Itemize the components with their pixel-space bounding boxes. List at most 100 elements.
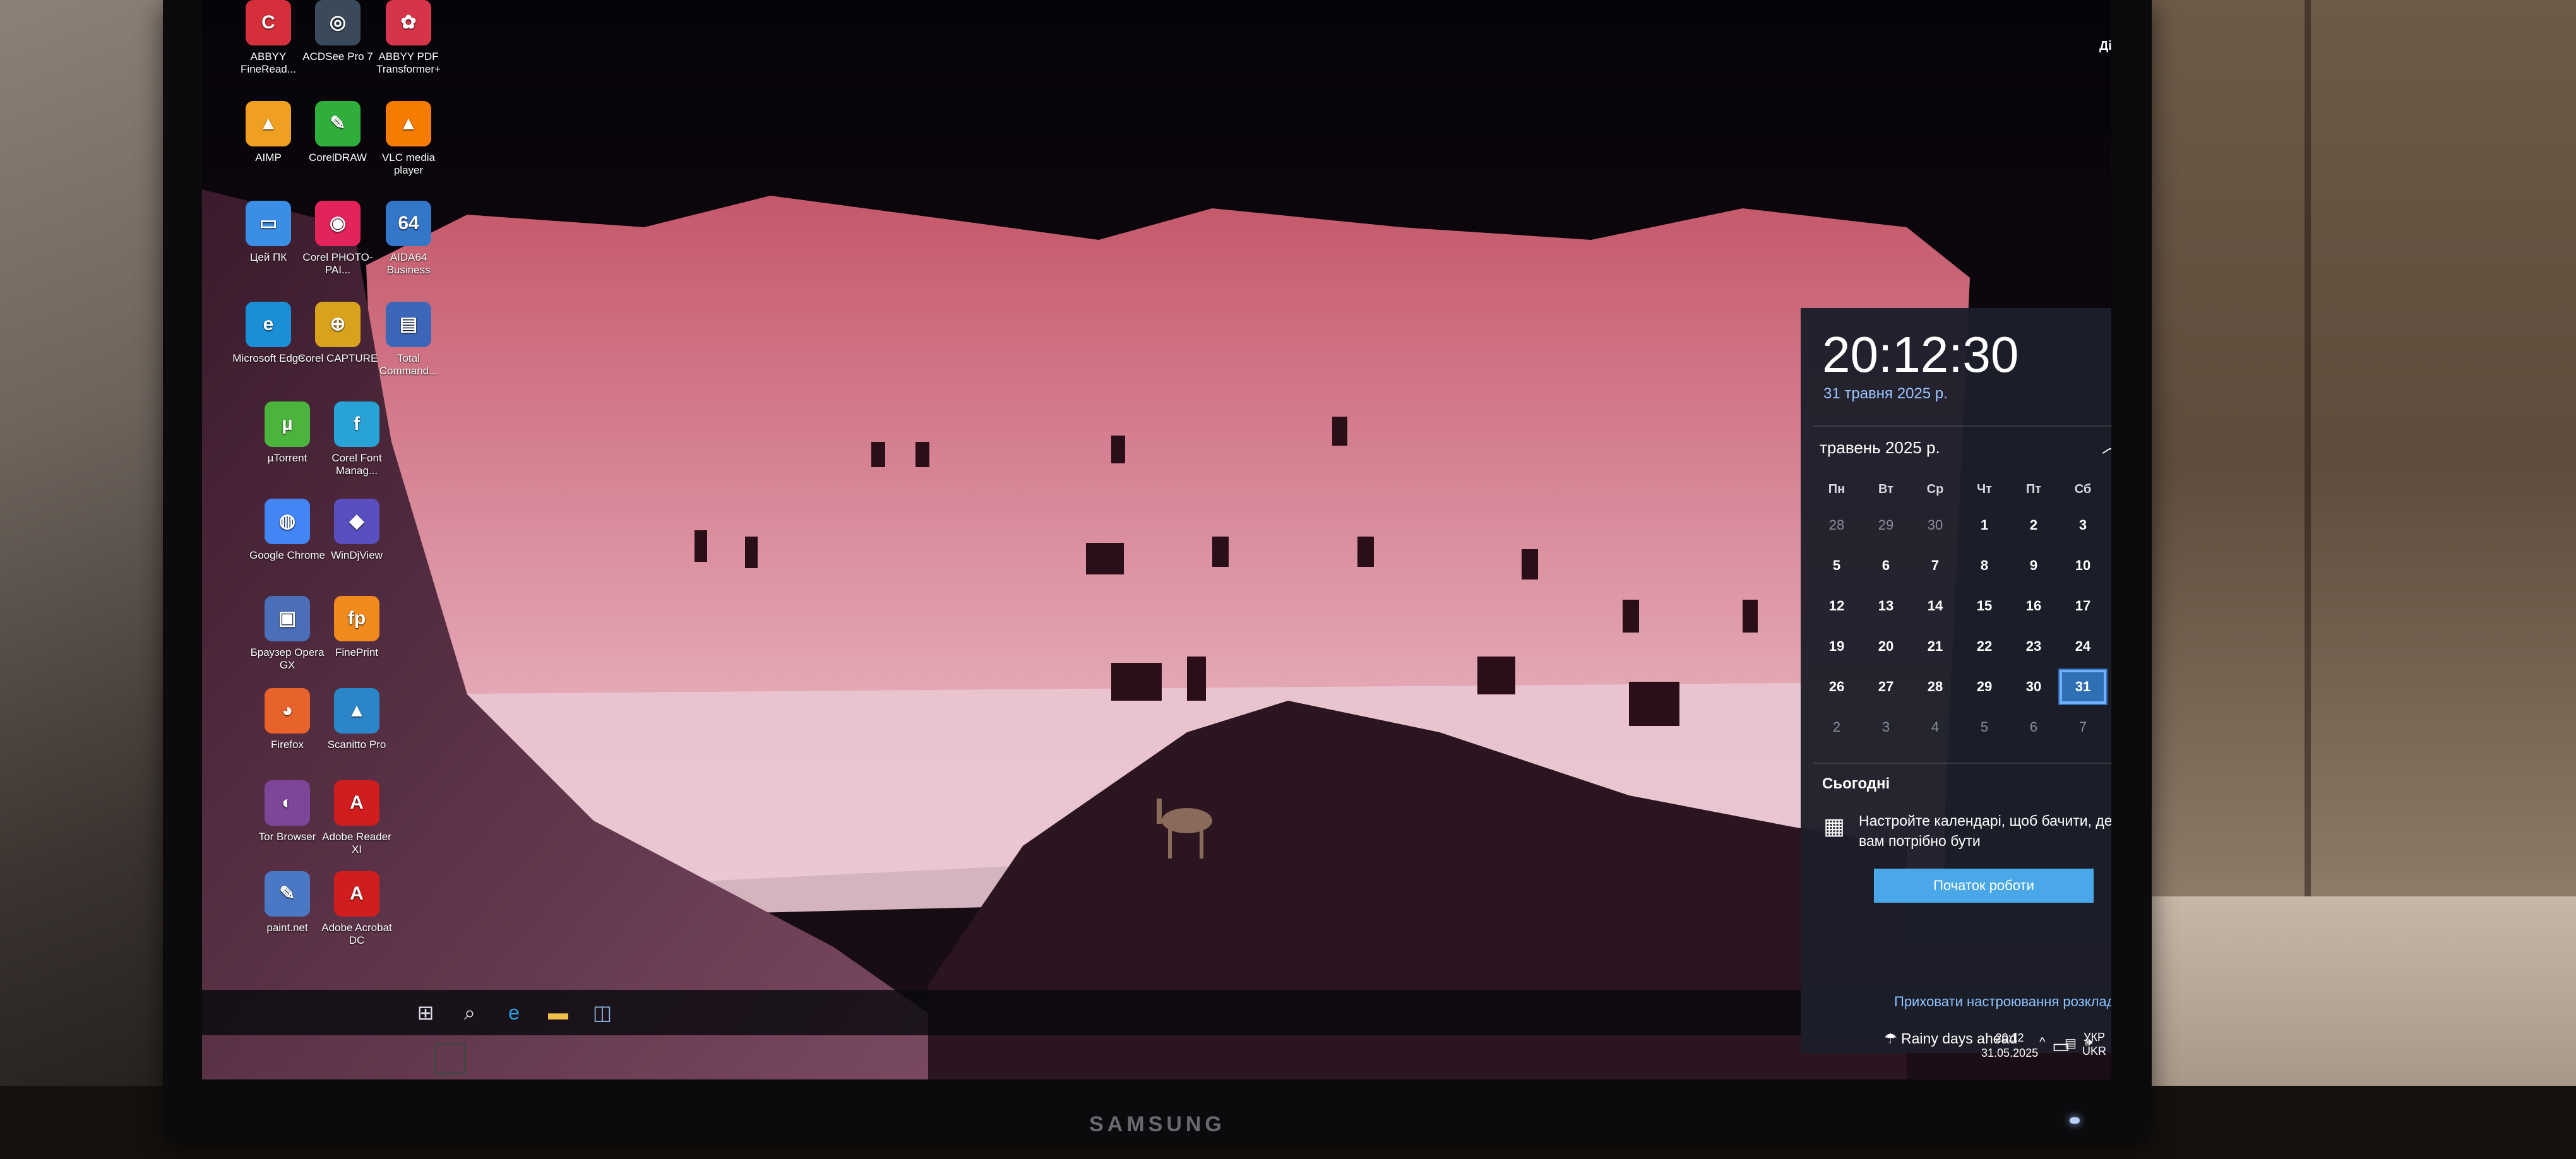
monitor-button[interactable] — [434, 1043, 466, 1074]
shortcut-label: VLC media player — [381, 152, 436, 176]
calendar-day[interactable]: 20 — [1861, 638, 1911, 655]
abbyy-finereader-icon: C — [246, 0, 291, 45]
desktop-shortcut[interactable]: 64 AIDA64 Business — [367, 201, 450, 276]
search-icon[interactable]: ⌕ — [455, 997, 485, 1028]
chevron-up-icon[interactable]: ︿ — [2095, 433, 2111, 461]
box-seam — [2305, 0, 2311, 947]
weekday-label: Пн — [1828, 482, 1846, 496]
calendar-day[interactable]: 14 — [1911, 598, 1960, 614]
calendar-day[interactable]: 28 — [1812, 517, 1861, 533]
desktop-shortcut[interactable]: ✎ CorelDRAW — [297, 101, 379, 164]
scanitto-icon: ▲ — [334, 688, 379, 734]
desktop-shortcut[interactable]: ◆ WinDjView — [316, 499, 398, 562]
desktop-shortcut[interactable]: A Adobe Reader XI — [316, 780, 398, 856]
rain-icon: ☂ — [1884, 1030, 1902, 1047]
desktop-shortcut[interactable]: ◉ Corel PHOTO-PAI... — [297, 201, 379, 276]
calendar-day[interactable]: 30 — [1911, 517, 1960, 533]
shortcut-label: ACDSee Pro 7 — [302, 51, 373, 62]
calendar-day[interactable]: 12 — [1812, 598, 1861, 614]
calendar-day[interactable]: 18 — [2108, 598, 2111, 614]
shortcut-label: Corel Font Manag... — [331, 452, 382, 477]
adobe-reader-icon: A — [334, 780, 379, 826]
calendar-day[interactable]: 9 — [2009, 557, 2058, 574]
calendar-day[interactable]: 8 — [1960, 557, 2009, 574]
learn-about-picture[interactable]: ◎ Дізнатися про це зо... — [2096, 0, 2111, 67]
calendar-day[interactable]: 28 — [1911, 679, 1960, 695]
adobe-acrobat-icon: A — [334, 871, 379, 917]
language-indicator[interactable]: УКР UKR — [2082, 1030, 2106, 1058]
paintnet-icon: ✎ — [265, 871, 310, 917]
calendar-day[interactable]: 7 — [2058, 719, 2108, 735]
calendar-day[interactable]: 27 — [1861, 679, 1911, 695]
shortcut-label: Corel CAPTURE — [297, 352, 378, 364]
tray-chevron-icon[interactable]: ^ — [2039, 1035, 2045, 1050]
calendar-day[interactable]: 30 — [2009, 679, 2058, 695]
calendar-day[interactable]: 2 — [2009, 517, 2058, 533]
calendar-day[interactable]: 1 — [2108, 679, 2111, 695]
desktop-shortcut[interactable]: f Corel Font Manag... — [316, 401, 398, 477]
desktop-shortcut[interactable]: ▤ Total Command... — [367, 302, 450, 377]
calendar-grid: ПнВтСрЧтПтСбНд28293012345678910111213141… — [1812, 473, 2111, 747]
calendar-day[interactable]: 19 — [1812, 638, 1861, 655]
desktop-shortcut[interactable]: ▲ VLC media player — [367, 101, 450, 177]
screen: C ABBYY FineRead... ◎ ACDSee Pro 7 ✿ ABBYY PD… — [202, 0, 2111, 1079]
calendar-day[interactable]: 24 — [2058, 638, 2108, 655]
calendar-day[interactable]: 3 — [1861, 719, 1911, 735]
get-started-button[interactable]: Початок роботи — [1874, 869, 2094, 903]
calendar-day[interactable]: 6 — [2009, 719, 2058, 735]
calendar-week: 2345678 — [1812, 707, 2111, 747]
calendar-day[interactable]: 22 — [1960, 638, 2009, 655]
desktop-shortcut[interactable]: ⊕ Corel CAPTURE — [297, 302, 379, 365]
desktop-shortcut[interactable]: ▲ Scanitto Pro — [316, 688, 398, 751]
calendar-day[interactable]: 2 — [1812, 719, 1861, 735]
opera-gx-icon: ▣ — [265, 596, 310, 641]
shortcut-label: Scanitto Pro — [327, 739, 386, 751]
calendar-week: 12131415161718 — [1812, 586, 2111, 626]
calendar-day[interactable]: 5 — [1960, 719, 2009, 735]
calendar-day[interactable]: 6 — [1861, 557, 1911, 574]
calendar-day[interactable]: 29 — [1861, 517, 1911, 533]
calendar-day[interactable]: 17 — [2058, 598, 2108, 614]
shortcut-label: WinDjView — [331, 549, 383, 561]
utorrent-icon: µ — [265, 401, 310, 447]
desktop-shortcut[interactable]: fp FinePrint — [316, 596, 398, 659]
calendar-day[interactable]: 1 — [1960, 517, 2009, 533]
corel-font-icon: f — [334, 401, 379, 447]
taskbar-clock[interactable]: 20:12 31.05.2025 — [1981, 1030, 2038, 1061]
desktop-shortcut[interactable]: A Adobe Acrobat DC — [316, 871, 398, 947]
calendar-day[interactable]: 5 — [1812, 557, 1861, 574]
shortcut-label: Adobe Reader XI — [322, 831, 391, 855]
hide-agenda-link[interactable]: Приховати настроювання розклад ⌄ — [1894, 994, 2111, 1010]
calendar-day[interactable]: 13 — [1861, 598, 1911, 614]
calendar-day[interactable]: 23 — [2009, 638, 2058, 655]
this-pc-icon: ▭ — [246, 201, 291, 246]
file-explorer-icon[interactable]: ▬ — [543, 997, 573, 1028]
notification-icon[interactable]: ▭ — [2052, 1035, 2070, 1057]
monitor-brand: SAMSUNG — [1089, 1112, 1225, 1136]
store-icon[interactable]: ◫ — [587, 997, 617, 1028]
weekday-label: Сб — [2074, 482, 2092, 496]
calendar-day[interactable]: 16 — [2009, 598, 2058, 614]
calendar-day[interactable]: 15 — [1960, 598, 2009, 614]
calendar-day[interactable]: 25 — [2108, 638, 2111, 655]
calendar-day[interactable]: 10 — [2058, 557, 2108, 574]
calendar-day[interactable]: 8 — [2108, 719, 2111, 735]
flyout-clock: 20:12:30 — [1822, 326, 2019, 383]
calendar-day[interactable]: 7 — [1911, 557, 1960, 574]
lang-top: УКР — [2084, 1031, 2105, 1043]
calendar-day[interactable]: 4 — [2108, 517, 2111, 533]
flyout-date-link[interactable]: 31 травня 2025 р. — [1823, 385, 1948, 403]
desktop-shortcut[interactable]: ◎ ACDSee Pro 7 — [297, 0, 379, 63]
calendar-day[interactable]: 4 — [1911, 719, 1960, 735]
month-label[interactable]: травень 2025 р. — [1820, 438, 1940, 458]
calendar-day[interactable]: 26 — [1812, 679, 1861, 695]
shortcut-label: Adobe Acrobat DC — [321, 922, 392, 946]
calendar-day[interactable]: 3 — [2058, 517, 2108, 533]
calendar-day[interactable]: 21 — [1911, 638, 1960, 655]
calendar-day[interactable]: 11 — [2108, 557, 2111, 574]
edge-icon[interactable]: e — [499, 997, 529, 1028]
calendar-day[interactable]: 31 — [2058, 669, 2108, 705]
calendar-day[interactable]: 29 — [1960, 679, 2009, 695]
start-icon[interactable]: ⊞ — [410, 997, 441, 1028]
desktop-shortcut[interactable]: ✿ ABBYY PDF Transformer+ — [367, 0, 450, 76]
